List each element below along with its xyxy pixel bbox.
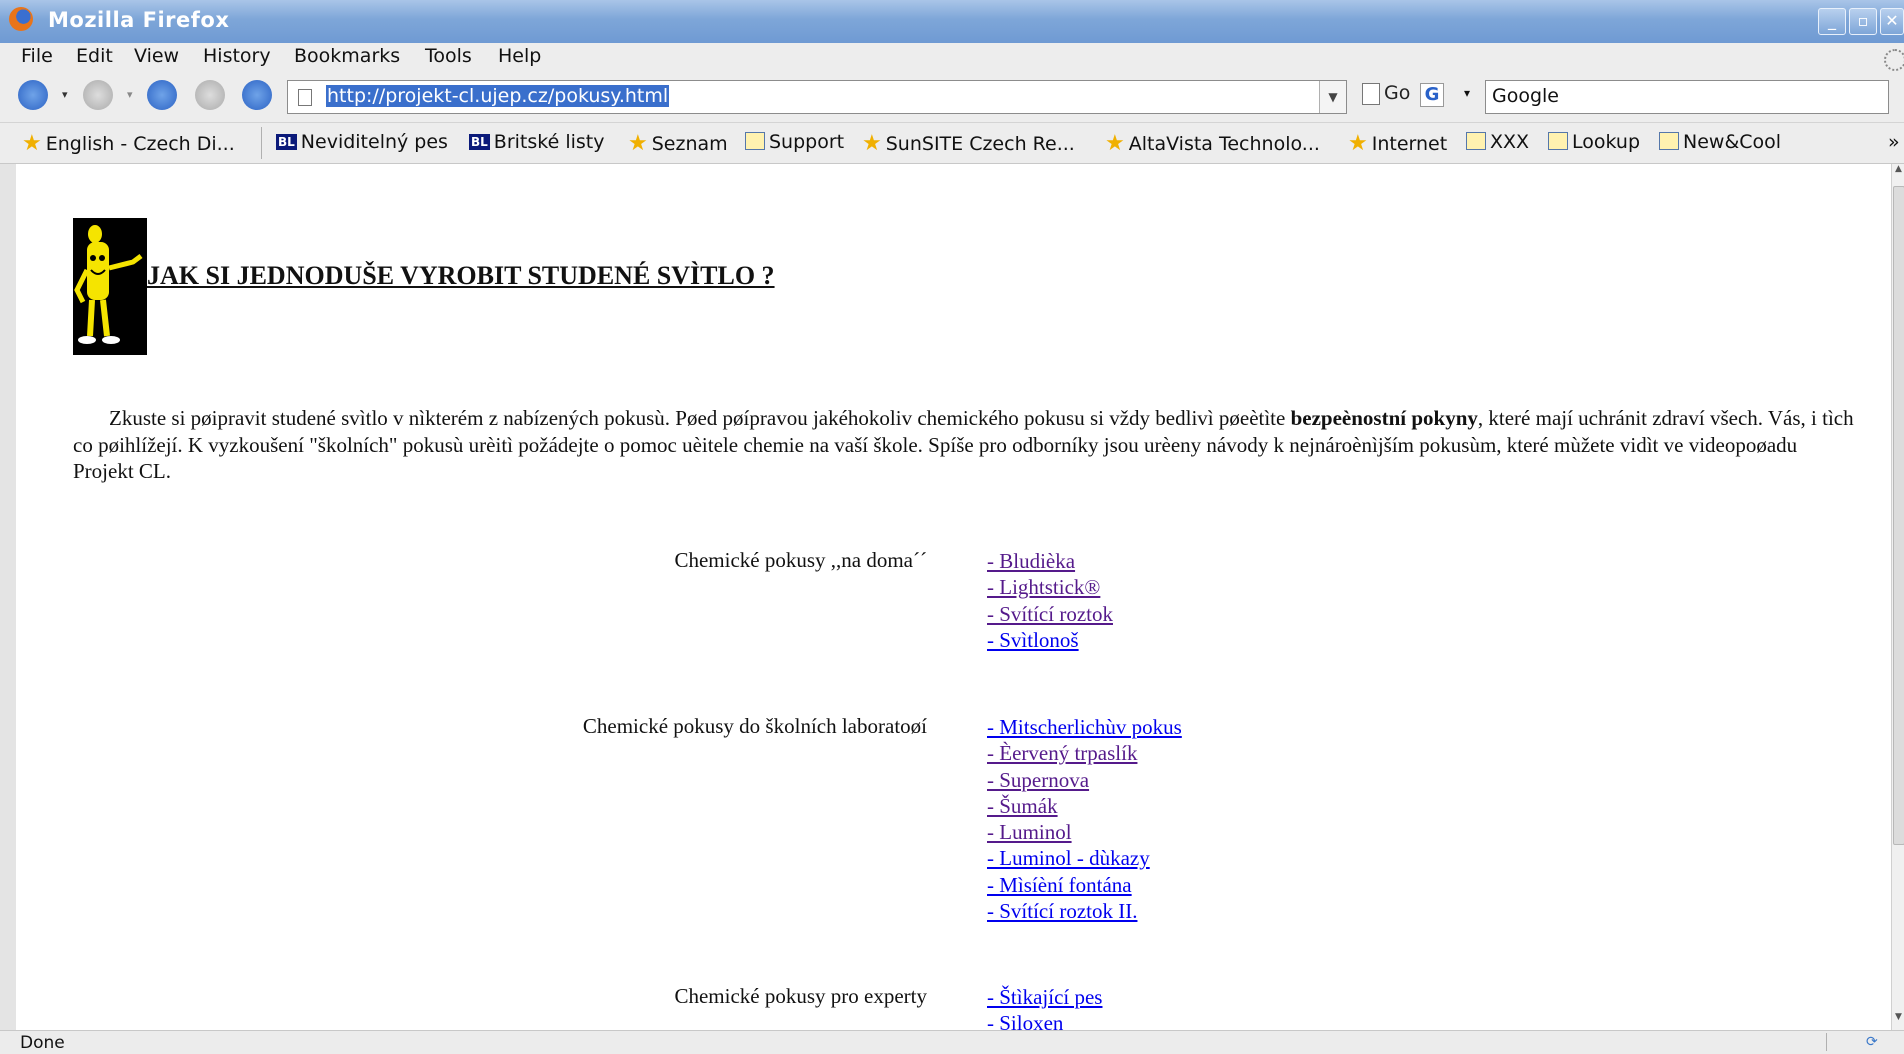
link-cerveny-trpaslik[interactable]: - Èervený trpaslík xyxy=(987,740,1182,766)
update-icon[interactable]: ⟳ xyxy=(1866,1034,1884,1050)
section-school-label: Chemické pokusy do školních laboratoøí xyxy=(582,714,927,738)
scroll-down-icon[interactable]: ▼ xyxy=(1892,1012,1904,1030)
bookmark-item[interactable]: Lookup xyxy=(1548,131,1640,153)
bookmark-item[interactable]: ★ English - Czech Di... xyxy=(22,131,235,156)
link-bludicka[interactable]: - Bludièka xyxy=(987,548,1113,574)
bookmark-item[interactable]: ★ AltaVista Technolo... xyxy=(1105,131,1320,156)
throbber-icon xyxy=(1884,49,1904,71)
livefeed-icon xyxy=(1548,132,1568,150)
link-svetlonos[interactable]: - Svìtlonoš xyxy=(987,627,1113,653)
google-icon[interactable]: G xyxy=(1420,83,1444,107)
stop-icon[interactable] xyxy=(195,80,225,110)
back-history-icon[interactable]: ▾ xyxy=(62,88,68,101)
bookmark-item[interactable]: BL Britské listy xyxy=(469,131,604,153)
link-lightstick[interactable]: - Lightstick® xyxy=(987,574,1113,600)
menu-bookmarks[interactable]: Bookmarks xyxy=(294,45,400,67)
bl-icon: BL xyxy=(469,134,490,150)
bookmark-separator xyxy=(261,127,262,159)
bookmark-item[interactable]: ★ SunSITE Czech Re... xyxy=(862,131,1075,156)
link-sumak[interactable]: - Šumák xyxy=(987,793,1182,819)
go-button[interactable]: Go xyxy=(1362,82,1410,105)
link-luminol-dukazy[interactable]: - Luminol - dùkazy xyxy=(987,845,1182,871)
home-icon[interactable] xyxy=(242,80,272,110)
menu-help[interactable]: Help xyxy=(498,45,541,67)
link-stekajici-pes[interactable]: - Štìkající pes xyxy=(987,984,1102,1010)
search-engine-dropdown-icon[interactable]: ▾ xyxy=(1464,86,1470,100)
link-mesicni-fontana[interactable]: - Mìsíèní fontána xyxy=(987,872,1182,898)
bookmark-item[interactable]: ★ Internet xyxy=(1348,131,1447,156)
link-svitici-roztok[interactable]: - Svítící roztok xyxy=(987,601,1113,627)
livefeed-icon xyxy=(745,132,765,150)
section-home-label: Chemické pokusy ,,na doma´´ xyxy=(674,548,927,572)
forward-history-icon[interactable]: ▾ xyxy=(127,88,133,101)
menu-tools[interactable]: Tools xyxy=(425,45,472,67)
scrollbar-thumb[interactable] xyxy=(1893,186,1904,845)
bookmark-item[interactable]: XXX xyxy=(1466,131,1529,153)
close-icon[interactable]: ✕ xyxy=(1880,8,1904,35)
page-title: JAK SI JEDNODUŠE VYROBIT STUDENÉ SVÌTLO … xyxy=(147,261,775,290)
vertical-scrollbar[interactable]: ▲ ▼ xyxy=(1891,164,1904,1030)
status-separator xyxy=(1826,1033,1827,1051)
search-input[interactable]: Google xyxy=(1485,80,1889,114)
bookmark-item[interactable]: New&Cool xyxy=(1659,131,1781,153)
menu-bar: File Edit View History Bookmarks Tools H… xyxy=(0,43,1904,74)
page-icon xyxy=(298,89,312,106)
link-mitscherlich[interactable]: - Mitscherlichùv pokus xyxy=(987,714,1182,740)
section-experts-label: Chemické pokusy pro experty xyxy=(674,984,927,1008)
go-icon xyxy=(1362,82,1380,105)
url-bar[interactable]: http://projekt-cl.ujep.cz/pokusy.html ▼ xyxy=(287,80,1347,114)
url-text[interactable]: http://projekt-cl.ujep.cz/pokusy.html xyxy=(326,85,670,107)
menu-history[interactable]: History xyxy=(203,45,271,67)
window-title: Mozilla Firefox xyxy=(48,8,230,32)
link-luminol[interactable]: - Luminol xyxy=(987,819,1182,845)
menu-edit[interactable]: Edit xyxy=(76,45,113,67)
section-home-links: - Bludièka - Lightstick® - Svítící rozto… xyxy=(987,548,1113,653)
scroll-up-icon[interactable]: ▲ xyxy=(1892,164,1904,182)
safety-instructions-text: bezpeènostní pokyny xyxy=(1290,406,1478,430)
bookmark-item[interactable]: BL Neviditelný pes xyxy=(276,131,448,153)
window-left-edge xyxy=(0,164,16,1030)
maximize-icon[interactable]: ▫ xyxy=(1849,8,1877,35)
star-icon: ★ xyxy=(1105,131,1125,156)
link-supernova[interactable]: - Supernova xyxy=(987,767,1182,793)
bookmark-item[interactable]: ★ Seznam xyxy=(628,131,728,156)
bookmarks-toolbar: ★ English - Czech Di... BL Neviditelný pes… xyxy=(0,123,1904,164)
status-text: Done xyxy=(20,1033,65,1053)
url-dropdown-icon[interactable]: ▼ xyxy=(1319,81,1346,113)
go-label: Go xyxy=(1384,82,1411,104)
link-svitici-roztok-2[interactable]: - Svítící roztok II. xyxy=(987,898,1182,924)
page-content: JAK SI JEDNODUŠE VYROBIT STUDENÉ SVÌTLO … xyxy=(16,164,1891,1030)
link-siloxen[interactable]: - Siloxen xyxy=(987,1010,1102,1030)
bl-icon: BL xyxy=(276,134,297,150)
minimize-icon[interactable]: _ xyxy=(1818,8,1846,35)
star-icon: ★ xyxy=(1348,131,1368,156)
mascot-image xyxy=(73,218,147,355)
menu-view[interactable]: View xyxy=(134,45,179,67)
star-icon: ★ xyxy=(862,131,882,156)
menu-file[interactable]: File xyxy=(21,45,53,67)
search-text: Google xyxy=(1492,85,1560,107)
firefox-icon xyxy=(9,7,33,31)
livefeed-icon xyxy=(1466,132,1486,150)
section-experts-links: - Štìkající pes - Siloxen xyxy=(987,984,1102,1030)
star-icon: ★ xyxy=(22,131,42,156)
bookmark-item[interactable]: Support xyxy=(745,131,844,153)
forward-icon[interactable] xyxy=(83,80,113,110)
navigation-toolbar: ▾ ▾ http://projekt-cl.ujep.cz/pokusy.htm… xyxy=(0,74,1904,123)
back-icon[interactable] xyxy=(18,80,48,110)
status-bar: Done ⟳ xyxy=(0,1030,1904,1054)
browser-window: Mozilla Firefox _ ▫ ✕ File Edit View His… xyxy=(0,0,1904,1054)
reload-icon[interactable] xyxy=(147,80,177,110)
bookmarks-overflow-button[interactable]: » xyxy=(1888,131,1900,153)
star-icon: ★ xyxy=(628,131,648,156)
title-bar: Mozilla Firefox _ ▫ ✕ xyxy=(0,0,1904,43)
livefeed-icon xyxy=(1659,132,1679,150)
intro-paragraph: Zkuste si pøipravit studené svìtlo v nìk… xyxy=(73,406,1854,483)
section-school-links: - Mitscherlichùv pokus - Èervený trpaslí… xyxy=(987,714,1182,924)
